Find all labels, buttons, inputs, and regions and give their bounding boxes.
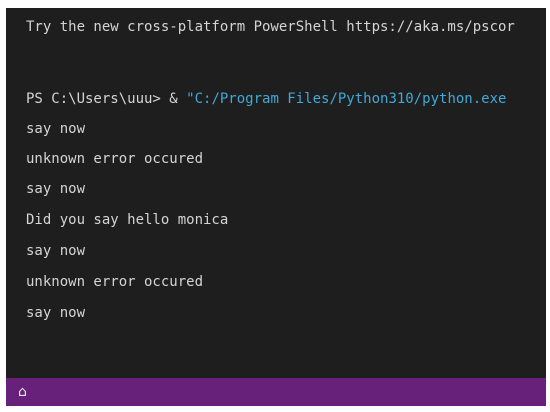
command-line: PS C:\Users\uuu> & "C:/Program Files/Pyt…: [26, 90, 506, 108]
status-bar: ⌂: [6, 378, 546, 406]
app-window: Try the new cross-platform PowerShell ht…: [0, 0, 550, 412]
output-line-2: unknown error occured: [26, 151, 204, 167]
output-line-6: unknown error occured: [26, 274, 204, 290]
output-line-3: say now: [26, 181, 86, 197]
output-line-5: say now: [26, 243, 86, 259]
remote-status-item[interactable]: ⌂: [18, 381, 27, 403]
output-line-7: say now: [26, 305, 86, 321]
terminal-panel[interactable]: Try the new cross-platform PowerShell ht…: [6, 8, 546, 378]
output-line-4: Did you say hello monica: [26, 212, 229, 228]
prompt-text: PS C:\Users\uuu> &: [26, 91, 187, 107]
output-line-1: say now: [26, 121, 86, 137]
powershell-banner: Try the new cross-platform PowerShell ht…: [26, 19, 515, 35]
python-path: "C:/Program Files/Python310/python.exe: [186, 91, 507, 107]
